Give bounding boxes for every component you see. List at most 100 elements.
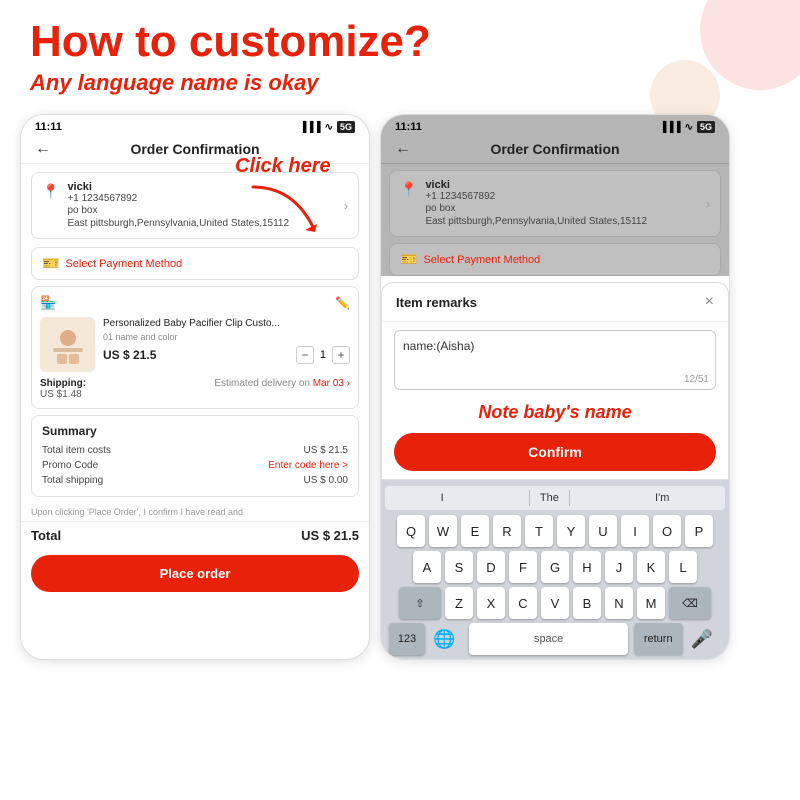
delivery-info: Estimated delivery on Mar 03 › (214, 378, 350, 400)
left-product-block: 🏪 ✏️ Personalized Baby Pacifier Clip Cus… (31, 286, 359, 409)
kb-m[interactable]: M (637, 587, 665, 619)
right-back-button[interactable]: ← (395, 140, 411, 158)
kb-mic-icon[interactable]: 🎤 (683, 625, 721, 654)
right-location-icon: 📍 (400, 181, 417, 198)
left-back-button[interactable]: ← (35, 140, 51, 158)
qty-plus[interactable]: + (332, 346, 350, 364)
shipping-value-sum: US $ 0.00 (304, 475, 348, 486)
left-payment-row[interactable]: 🎫 Select Payment Method (31, 247, 359, 280)
phone-right: 11:11 ▐▐▐ ∿ 5G ← Order Confirmation 📍 vi… (380, 114, 730, 660)
right-address-content: vicki +1 1234567892 po box East pittsbur… (425, 179, 698, 228)
product-header: 🏪 ✏️ (40, 295, 350, 311)
main-title: How to customize? (30, 18, 770, 66)
kb-r[interactable]: R (493, 515, 521, 547)
wifi-icon: ∿ (325, 122, 333, 133)
kb-i[interactable]: I (621, 515, 649, 547)
kb-d[interactable]: D (477, 551, 505, 583)
click-here-label: Click here (235, 155, 331, 178)
store-icon: 🏪 (40, 295, 56, 311)
right-nav-bar: ← Order Confirmation (381, 135, 729, 164)
edit-icon[interactable]: ✏️ (335, 296, 350, 310)
promo-value: Enter code here > (268, 460, 348, 471)
kb-n[interactable]: N (605, 587, 633, 619)
kb-space[interactable]: space (469, 623, 627, 655)
kb-y[interactable]: Y (557, 515, 585, 547)
summary-promo[interactable]: Promo Code Enter code here > (42, 458, 348, 473)
kb-row-3: ⇧ Z X C V B N M ⌫ (385, 587, 725, 619)
note-label: Note baby's name (382, 398, 728, 429)
kb-g[interactable]: G (541, 551, 569, 583)
remarks-title: Item remarks (396, 295, 477, 310)
payment-icon: 🎫 (42, 255, 59, 272)
shipping-label-sum: Total shipping (42, 475, 103, 486)
kb-f[interactable]: F (509, 551, 537, 583)
right-address-phone: +1 1234567892 (425, 191, 698, 202)
remarks-input-text: name:(Aisha) (403, 339, 707, 353)
confirm-button[interactable]: Confirm (394, 433, 716, 471)
kb-return[interactable]: return (634, 623, 683, 655)
kb-x[interactable]: X (477, 587, 505, 619)
right-wifi-icon: ∿ (685, 122, 693, 133)
address-arrow-icon: › (344, 199, 348, 213)
kb-v[interactable]: V (541, 587, 569, 619)
product-image (40, 317, 95, 372)
kb-t[interactable]: T (525, 515, 553, 547)
kb-bottom-row: 123 🌐 space return 🎤 (385, 623, 725, 655)
kb-u[interactable]: U (589, 515, 617, 547)
kb-s[interactable]: S (445, 551, 473, 583)
left-status-icons: ▐▐▐ ∿ 5G (299, 121, 355, 133)
kb-k[interactable]: K (637, 551, 665, 583)
promo-label: Promo Code (42, 460, 98, 471)
kb-z[interactable]: Z (445, 587, 473, 619)
total-label: Total (31, 528, 61, 543)
kb-delete[interactable]: ⌫ (669, 587, 711, 619)
summary-shipping: Total shipping US $ 0.00 (42, 473, 348, 488)
remarks-modal: Item remarks × name:(Aisha) 12/51 Note b… (381, 282, 729, 480)
remarks-close-button[interactable]: × (705, 293, 714, 311)
shipping-value: US $1.48 (40, 389, 82, 400)
right-phone-top: 11:11 ▐▐▐ ∿ 5G ← Order Confirmation 📍 vi… (381, 115, 729, 276)
kb-j[interactable]: J (605, 551, 633, 583)
left-payment-label: Select Payment Method (65, 258, 182, 270)
remarks-input-area[interactable]: name:(Aisha) 12/51 (394, 330, 716, 390)
kb-h[interactable]: H (573, 551, 601, 583)
right-nav-title: Order Confirmation (490, 141, 619, 157)
kb-b[interactable]: B (573, 587, 601, 619)
kb-suggest-im[interactable]: I'm (645, 490, 679, 506)
kb-p[interactable]: P (685, 515, 713, 547)
header-section: How to customize? Any language name is o… (0, 0, 800, 104)
kb-q[interactable]: Q (397, 515, 425, 547)
right-address-name: vicki (425, 179, 698, 191)
right-time: 11:11 (395, 121, 422, 133)
kb-o[interactable]: O (653, 515, 681, 547)
right-address-block: 📍 vicki +1 1234567892 po box East pittsb… (389, 170, 721, 237)
keyboard: I The I'm Q W E R T Y U I O P A S D (381, 480, 729, 659)
right-payment-icon: 🎫 (400, 251, 417, 268)
qty-minus[interactable]: − (296, 346, 314, 364)
kb-shift[interactable]: ⇧ (399, 587, 441, 619)
disclaimer-text: Upon clicking 'Place Order', I confirm I… (21, 503, 369, 521)
summary-title: Summary (42, 424, 348, 438)
battery-icon: 5G (337, 121, 355, 133)
signal-icon: ▐▐▐ (299, 122, 320, 133)
left-status-bar: 11:11 ▐▐▐ ∿ 5G (21, 115, 369, 135)
kb-suggest-i[interactable]: I (431, 490, 454, 506)
kb-row-2: A S D F G H J K L (385, 551, 725, 583)
qty-value: 1 (320, 349, 326, 361)
kb-e[interactable]: E (461, 515, 489, 547)
kb-a[interactable]: A (413, 551, 441, 583)
place-order-button[interactable]: Place order (31, 555, 359, 592)
qty-control[interactable]: − 1 + (296, 346, 350, 364)
kb-w[interactable]: W (429, 515, 457, 547)
total-row: Total US $ 21.5 (21, 521, 369, 549)
product-name: Personalized Baby Pacifier Clip Custo... (103, 317, 350, 330)
location-icon: 📍 (42, 183, 59, 200)
kb-numbers[interactable]: 123 (389, 623, 425, 655)
summary-item-costs: Total item costs US $ 21.5 (42, 443, 348, 458)
kb-suggest-the[interactable]: The (529, 490, 570, 506)
kb-globe-icon[interactable]: 🌐 (425, 625, 463, 654)
kb-l[interactable]: L (669, 551, 697, 583)
right-status-bar: 11:11 ▐▐▐ ∿ 5G (381, 115, 729, 135)
kb-c[interactable]: C (509, 587, 537, 619)
product-variant: 01 name and color (103, 332, 350, 342)
